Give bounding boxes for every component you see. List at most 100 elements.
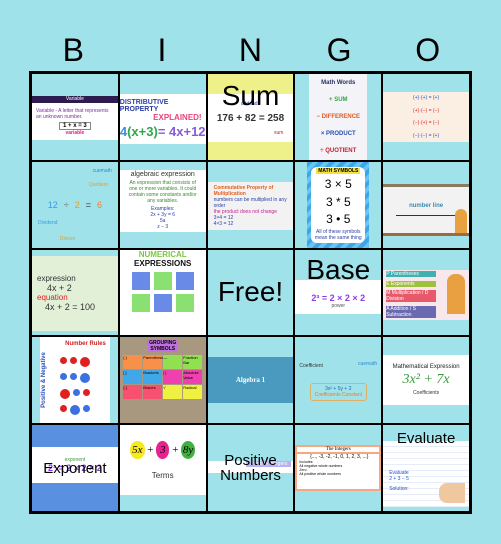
mathematical-expression-image: Mathematical Expression 3x² + 7x Coeffic… — [383, 355, 469, 406]
cell-quotient[interactable]: cuemath Quotient 12 ÷ 2 = 6 Dividend Div… — [31, 160, 119, 249]
number-line-image: number line — [383, 183, 469, 236]
header-letter-n: N — [238, 32, 263, 68]
distributive-title: DISTRIBUTIVE PROPERTY — [119, 99, 169, 113]
cell-distributive-property[interactable]: DISTRIBUTIVE PROPERTY EXPLAINED! 4(x+3)=… — [118, 73, 207, 161]
equals-sign: = — [85, 199, 92, 210]
algebra-1-image: Algebra 1 — [207, 357, 294, 404]
expressions-title: EXPRESSIONS — [134, 258, 192, 268]
algebraic-example: z − 3 — [157, 224, 169, 231]
base-image: 2³ = 2 × 2 × 2 power — [295, 279, 382, 314]
header-letter-b: B — [62, 32, 84, 68]
sign-rule-2: (+)·(−) = (−) — [413, 107, 440, 114]
cell-mathematical-expression[interactable]: Mathematical Expression 3x² + 7x Coeffic… — [382, 336, 470, 425]
cell-algebraic-expression[interactable]: algebraic expression An expression that … — [118, 160, 207, 249]
cell-sign-rules[interactable]: (+)·(+) = (+) (+)·(−) = (−) (−)·(+) = (−… — [382, 73, 470, 161]
number-line-axis — [396, 215, 457, 217]
algebraic-title: algebraic expression — [130, 171, 195, 179]
sum-label: sum — [273, 129, 284, 136]
cell-terms[interactable]: 5x + 3 + 8y Terms — [118, 424, 207, 512]
math-word-product: × PRODUCT — [320, 131, 356, 138]
integers-line: All positive whole numbers — [299, 472, 341, 477]
coefficient-box: 3x² + 5y + 2 Coefficients Constant — [309, 383, 368, 402]
cell-positive-numbers[interactable]: Positive Integers Positive Numbers — [206, 424, 295, 512]
cell-label: Positive Numbers — [220, 452, 281, 485]
sign-dots — [59, 357, 90, 416]
cell-sum[interactable]: addends 176 + 82 = 258 sum Sum — [206, 73, 295, 161]
cell-math-words[interactable]: Math Words + SUM − DIFFERENCE × PRODUCT … — [294, 73, 383, 161]
cell-integers[interactable]: The Integers {..., -3, -2, -1, 0, 1, 2, … — [294, 424, 383, 512]
algebraic-expression-image: algebraic expression An expression that … — [119, 169, 206, 232]
distributive-image: DISTRIBUTIVE PROPERTY EXPLAINED! 4(x+3)=… — [119, 94, 206, 144]
variable-example: 1 + x = 3 — [59, 122, 91, 130]
sign-rule-4: (−)·(−) = (+) — [413, 132, 440, 139]
cell-coefficient[interactable]: Coefficient cuemath 3x² + 5y + 2 Coeffic… — [294, 336, 383, 425]
cell-algebra-1[interactable]: Algebra 1 — [206, 336, 295, 425]
teacher-figure — [455, 208, 467, 233]
commutative-title: Commutative Property of Multiplication — [213, 184, 274, 197]
math-word-quotient: ÷ QUOTIENT — [320, 148, 357, 155]
equation-value: 4x + 2 = 100 — [45, 302, 96, 313]
cuemath-logo: cuemath — [358, 361, 378, 368]
symbol-name: Parentheses — [143, 355, 166, 370]
quotient-value: 6 — [97, 199, 103, 210]
bingo-header: B I N G O — [29, 30, 472, 70]
symbol: [ ] — [123, 370, 143, 385]
terms-label: Terms — [151, 470, 174, 480]
divisor-label: Divisor — [60, 235, 76, 242]
order-of-operations-image: P Parentheses E Exponents M Multiplicati… — [383, 269, 469, 320]
cell-label: Evaluate — [396, 430, 456, 448]
cell-expression-equation[interactable]: expression 4x + 2 equation 4x + 2 = 100 — [31, 248, 119, 337]
grouping-symbols-table: ( ) Parentheses — Fraction Bar [ ] Brack… — [123, 355, 203, 400]
bingo-grid: Variable Variable - A letter that repres… — [29, 71, 472, 514]
cell-commutative-property[interactable]: Commutative Property of Multiplication n… — [206, 160, 295, 249]
algebraic-definition: An expression that consists of one or mo… — [128, 180, 197, 205]
coefficient-image: Coefficient cuemath 3x² + 5y + 2 Coeffic… — [295, 337, 381, 423]
coefficients-label: Coefficients — [413, 390, 440, 397]
cell-label: Sum — [221, 80, 280, 111]
cell-positive-negative-rules[interactable]: Number Rules Positive & Negative — [31, 336, 119, 425]
expression-value: 4x + 2 — [47, 283, 72, 294]
cell-evaluate[interactable]: Evaluate 2 + 3 − 5 Solution: Evaluate — [382, 424, 470, 512]
pemdas-row: P Parentheses — [386, 271, 437, 278]
cell-multiplication-symbols[interactable]: MATH SYMBOLS 3 × 5 3 * 5 3 • 5 All of th… — [294, 160, 383, 249]
terms-image: 5x + 3 + 8y Terms — [119, 425, 206, 496]
symbol-row: 3 * 5 — [325, 194, 351, 209]
coefficient-title: Coefficient — [299, 363, 323, 370]
variable-banner: Variable — [32, 96, 118, 103]
symbol-name: Braces — [143, 385, 163, 400]
math-word-sum: + SUM — [329, 96, 348, 103]
integers-title: The Integers — [297, 447, 380, 453]
header-letter-g: G — [326, 32, 352, 68]
cell-variable[interactable]: Variable Variable - A letter that repres… — [31, 73, 119, 161]
pemdas-row: E Exponents — [386, 280, 437, 287]
mathematical-expression-title: Mathematical Expression — [392, 364, 460, 371]
sign-rules-image: (+)·(+) = (+) (+)·(−) = (−) (−)·(+) = (−… — [383, 92, 469, 142]
grouping-symbols-image: GROUPING SYMBOLS ( ) Parentheses — Fract… — [119, 337, 206, 424]
distributive-eq-a: 4 — [119, 124, 128, 139]
multiplication-symbols-image: MATH SYMBOLS 3 × 5 3 * 5 3 • 5 All of th… — [307, 161, 370, 248]
symbol-row: 3 × 5 — [324, 177, 352, 192]
coefficients-label: Coefficients — [314, 392, 341, 399]
math-words-title: Math Words — [321, 79, 356, 86]
cell-exponent[interactable]: exponent 2³ = 2 × 2 × 2 Exponent — [31, 424, 119, 512]
constant-label: Constant — [342, 392, 363, 399]
math-symbols-banner: MATH SYMBOLS — [316, 168, 361, 175]
numerical-title: NUMERICAL — [138, 249, 187, 259]
symbols-caption: All of these symbols mean the same thing — [314, 229, 362, 242]
sign-rule-3: (−)·(+) = (−) — [413, 120, 440, 127]
hand-with-pencil — [439, 483, 465, 504]
number-line-title: number line — [409, 203, 444, 210]
cell-order-of-operations[interactable]: P Parentheses E Exponents M Multiplicati… — [382, 248, 470, 337]
symbol: √ — [163, 385, 183, 400]
cell-grouping-symbols[interactable]: GROUPING SYMBOLS ( ) Parentheses — Fract… — [118, 336, 207, 425]
symbols-title: SYMBOLS — [148, 346, 178, 353]
cell-base[interactable]: 2³ = 2 × 2 × 2 power Base — [294, 248, 383, 337]
cell-numerical-expressions[interactable]: NUMERICAL EXPRESSIONS — [118, 248, 207, 337]
cell-label: Base — [306, 253, 371, 285]
symbol-name: Absolute Value — [183, 370, 203, 385]
cell-number-line[interactable]: number line — [382, 160, 470, 249]
symbol: { } — [123, 385, 143, 400]
dividend-value: 12 — [47, 199, 58, 210]
term: 3 — [155, 440, 170, 459]
cell-free[interactable]: Free! — [206, 248, 295, 337]
